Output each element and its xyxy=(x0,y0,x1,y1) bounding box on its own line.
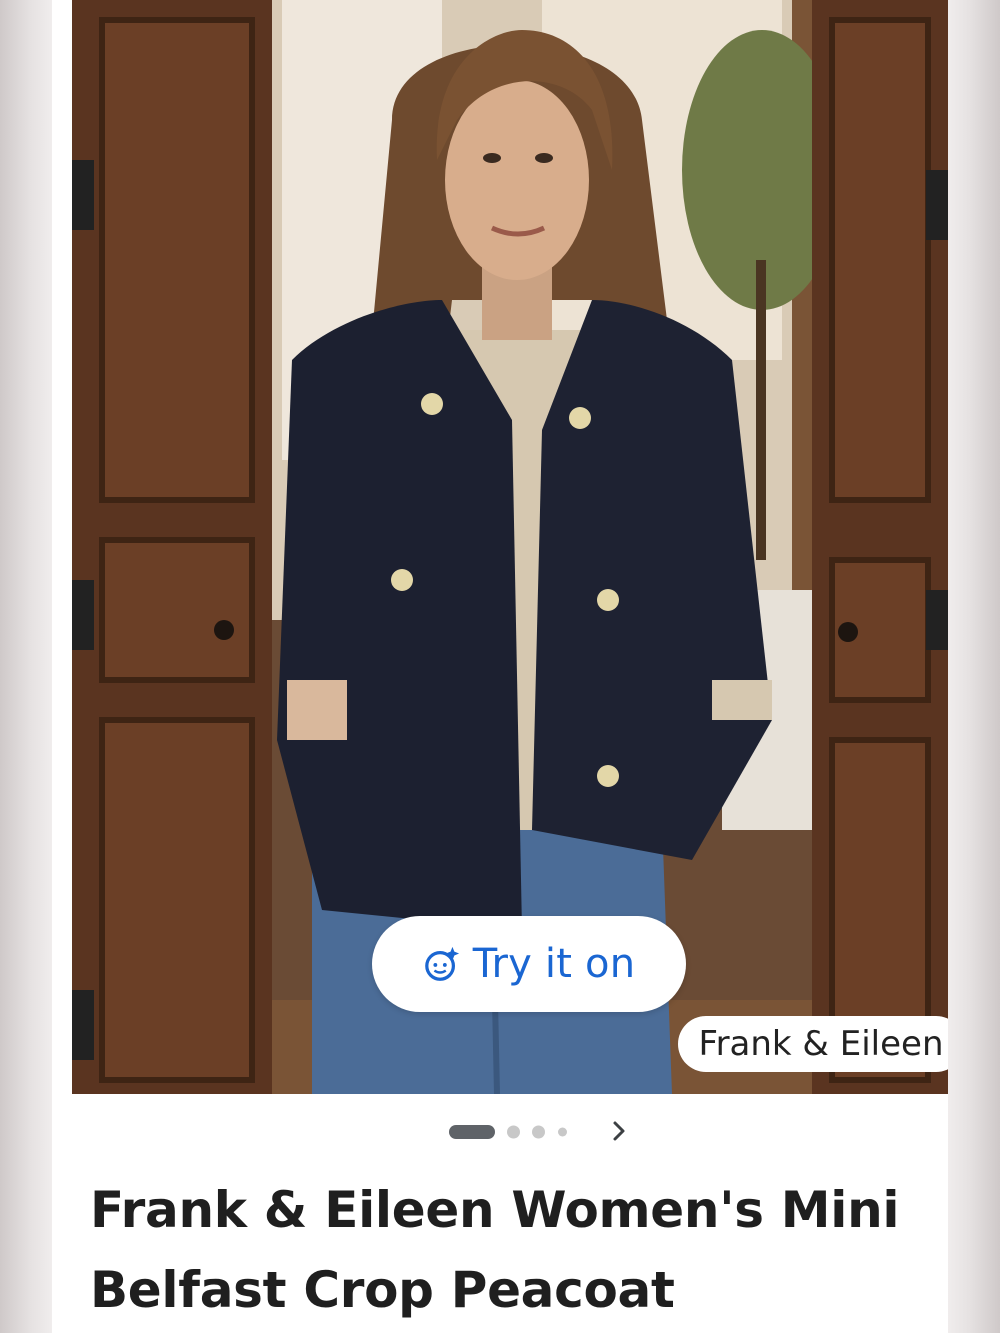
backdrop-left xyxy=(0,0,52,1333)
product-image[interactable]: Try it on Frank & Eileen xyxy=(72,0,948,1094)
carousel-dot-4[interactable] xyxy=(558,1127,567,1137)
carousel-dot-2[interactable] xyxy=(507,1125,520,1139)
chevron-right-icon[interactable] xyxy=(604,1116,634,1146)
try-it-on-button[interactable]: Try it on xyxy=(372,916,686,1012)
brand-chip[interactable]: Frank & Eileen xyxy=(678,1016,948,1072)
face-sparkle-icon xyxy=(424,946,459,981)
carousel-dot-3[interactable] xyxy=(532,1125,545,1139)
carousel-pager xyxy=(52,1110,948,1154)
product-card: Try it on Frank & Eileen Frank & Eileen … xyxy=(52,0,948,1333)
backdrop-right xyxy=(948,0,1000,1333)
carousel-dot-1[interactable] xyxy=(449,1125,495,1139)
try-it-on-label: Try it on xyxy=(472,941,636,987)
product-title: Frank & Eileen Women's Mini Belfast Crop… xyxy=(90,1181,900,1319)
